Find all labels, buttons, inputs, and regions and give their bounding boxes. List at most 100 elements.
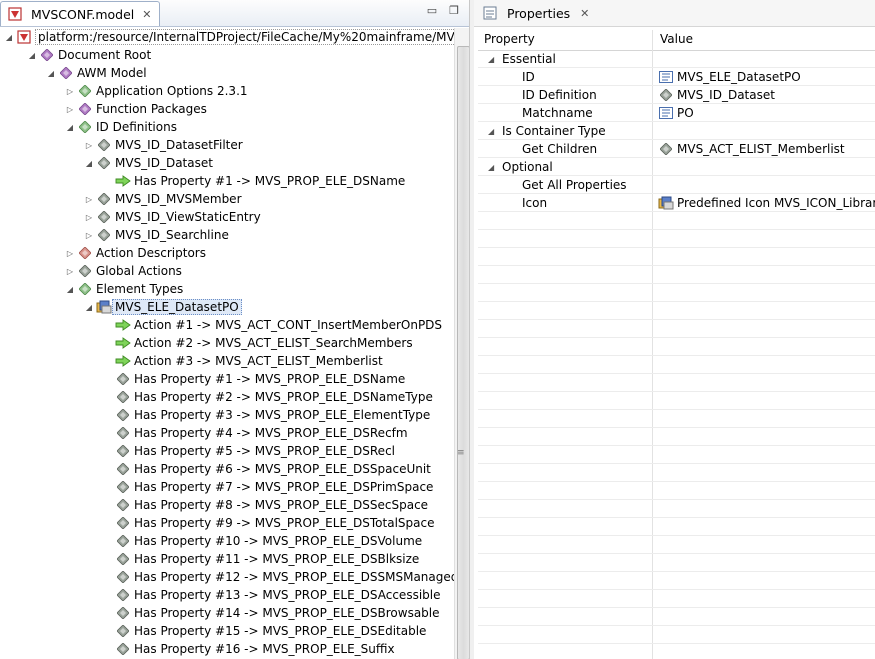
vertical-scrollbar[interactable]: ≡	[454, 28, 469, 659]
tree-node[interactable]: ▷ MVS_ID_MVSMember	[84, 190, 242, 208]
tree-node[interactable]: ◢ Element Types	[65, 280, 183, 298]
tree-node[interactable]: Has Property #2 -> MVS_PROP_ELE_DSNameTy…	[103, 388, 433, 406]
tree-node-label: Has Property #8 -> MVS_PROP_ELE_DSSecSpa…	[134, 498, 429, 512]
tree-node[interactable]: Has Property #9 -> MVS_PROP_ELE_DSTotalS…	[103, 514, 434, 532]
tree-node[interactable]: ▷ MVS_ID_ViewStaticEntry	[84, 208, 261, 226]
tree-node[interactable]: ◢ MVS_ID_Dataset	[84, 154, 213, 172]
property-key: ID	[522, 70, 535, 84]
property-value[interactable]: MVS_ID_Dataset	[658, 87, 775, 103]
tree-node[interactable]: Has Property #1 -> MVS_PROP_ELE_DSName	[103, 172, 405, 190]
tree-node[interactable]: Has Property #3 -> MVS_PROP_ELE_ElementT…	[103, 406, 430, 424]
twisty-collapsed-icon[interactable]: ▷	[65, 100, 75, 118]
grid-line	[478, 229, 875, 230]
twisty-expanded-icon[interactable]: ◢	[65, 280, 75, 298]
property-category[interactable]: ◢ Is Container Type	[478, 122, 875, 140]
tree-node-label: Function Packages	[96, 102, 207, 116]
twisty-expanded-icon[interactable]: ◢	[84, 154, 94, 172]
tree-node[interactable]: Has Property #5 -> MVS_PROP_ELE_DSRecl	[103, 442, 395, 460]
tree-root-resource[interactable]: ◢ platform:/resource/InternalTDProject/F…	[4, 28, 469, 46]
tree-node[interactable]: ▷ MVS_ID_DatasetFilter	[84, 136, 243, 154]
tree-node[interactable]: ◢ MVS_ELE_DatasetPO	[84, 298, 242, 316]
twisty-collapsed-icon[interactable]: ▷	[84, 226, 94, 244]
tree-node[interactable]: Has Property #11 -> MVS_PROP_ELE_DSBlksi…	[103, 550, 419, 568]
property-key: Is Container Type	[502, 124, 606, 138]
tree-node[interactable]: ◢ AWM Model	[46, 64, 147, 82]
property-value[interactable]: PO	[658, 105, 694, 121]
tree-node[interactable]: Has Property #13 -> MVS_PROP_ELE_DSAcces…	[103, 586, 441, 604]
tree-node[interactable]: Has Property #14 -> MVS_PROP_ELE_DSBrows…	[103, 604, 440, 622]
tree-node-label: Has Property #2 -> MVS_PROP_ELE_DSNameTy…	[134, 390, 433, 404]
minimize-icon[interactable]: ▭	[427, 4, 437, 17]
property-value[interactable]: MVS_ELE_DatasetPO	[658, 69, 801, 85]
diamond-gray-icon	[115, 443, 131, 459]
tree-node[interactable]: Has Property #12 -> MVS_PROP_ELE_DSSMSMa…	[103, 568, 458, 586]
tree-node[interactable]: ◢ ID Definitions	[65, 118, 177, 136]
diamond-gray-icon	[96, 209, 112, 225]
tree-node[interactable]: Action #1 -> MVS_ACT_CONT_InsertMemberOn…	[103, 316, 442, 334]
tree-node-label: Has Property #14 -> MVS_PROP_ELE_DSBrows…	[134, 606, 440, 620]
tree-node[interactable]: Has Property #7 -> MVS_PROP_ELE_DSPrimSp…	[103, 478, 433, 496]
twisty-collapsed-icon[interactable]: ▷	[65, 82, 75, 100]
editor-tab[interactable]: MVSCONF.model ✕	[0, 1, 161, 26]
column-header-property[interactable]: Property	[484, 32, 535, 46]
tree-node[interactable]: Has Property #15 -> MVS_PROP_ELE_DSEdita…	[103, 622, 426, 640]
maximize-icon[interactable]: ❐	[449, 4, 459, 17]
resource-icon	[16, 29, 32, 45]
property-row[interactable]: ID Definition MVS_ID_Dataset	[478, 86, 875, 104]
tree-node[interactable]: Has Property #10 -> MVS_PROP_ELE_DSVolum…	[103, 532, 422, 550]
property-value[interactable]: Predefined Icon MVS_ICON_Library	[658, 195, 875, 211]
property-value[interactable]: MVS_ACT_ELIST_Memberlist	[658, 141, 845, 157]
tree-node[interactable]: Action #2 -> MVS_ACT_ELIST_SearchMembers	[103, 334, 413, 352]
twisty-expanded-icon[interactable]: ◢	[27, 46, 37, 64]
tree-node[interactable]: ▷ Global Actions	[65, 262, 182, 280]
scrollbar-thumb[interactable]	[457, 46, 469, 659]
tree-node[interactable]: ▷ MVS_ID_Searchline	[84, 226, 229, 244]
twisty-collapsed-icon[interactable]: ▷	[84, 190, 94, 208]
tree-node-label: AWM Model	[77, 66, 147, 80]
properties-pane: Properties ✕ Property Value ◢ Essential ID…	[474, 0, 875, 659]
property-row[interactable]: Get All Properties	[478, 176, 875, 194]
view-controls: ▭ ❐	[427, 4, 459, 17]
twisty-expanded-icon[interactable]: ◢	[65, 118, 75, 136]
property-category[interactable]: ◢ Essential	[478, 50, 875, 68]
tree-node[interactable]: Has Property #6 -> MVS_PROP_ELE_DSSpaceU…	[103, 460, 431, 478]
property-key: Essential	[502, 52, 556, 66]
twisty-collapsed-icon[interactable]: ▷	[84, 136, 94, 154]
twisty-expanded-icon[interactable]: ◢	[4, 28, 14, 46]
tree-node-label: Action Descriptors	[96, 246, 206, 260]
tree-node[interactable]: ▷ Application Options 2.3.1	[65, 82, 248, 100]
twisty-expanded-icon[interactable]: ◢	[488, 163, 494, 172]
tree-node[interactable]: ▷ Function Packages	[65, 100, 207, 118]
grid-line	[478, 463, 875, 464]
tree-node[interactable]: Has Property #16 -> MVS_PROP_ELE_Suffix	[103, 640, 395, 658]
tree-node[interactable]: Has Property #1 -> MVS_PROP_ELE_DSName	[103, 370, 405, 388]
property-category[interactable]: ◢ Optional	[478, 158, 875, 176]
tree-node-label: Has Property #4 -> MVS_PROP_ELE_DSRecfm	[134, 426, 408, 440]
twisty-expanded-icon[interactable]: ◢	[488, 55, 494, 64]
twisty-collapsed-icon[interactable]: ▷	[65, 262, 75, 280]
twisty-expanded-icon[interactable]: ◢	[84, 298, 94, 316]
tree-node[interactable]: Action #3 -> MVS_ACT_ELIST_Memberlist	[103, 352, 383, 370]
property-row[interactable]: ID MVS_ELE_DatasetPO	[478, 68, 875, 86]
tree-node[interactable]: ◢ Document Root	[27, 46, 151, 64]
tree-node[interactable]: Has Property #8 -> MVS_PROP_ELE_DSSecSpa…	[103, 496, 428, 514]
twisty-expanded-icon[interactable]: ◢	[488, 127, 494, 136]
twisty-collapsed-icon[interactable]: ▷	[65, 244, 75, 262]
tree-node[interactable]: Has Property #4 -> MVS_PROP_ELE_DSRecfm	[103, 424, 408, 442]
column-header-value[interactable]: Value	[660, 32, 693, 46]
diamond-gray-icon	[115, 605, 131, 621]
property-row[interactable]: Get Children MVS_ACT_ELIST_Memberlist	[478, 140, 875, 158]
arrow-green-icon	[115, 317, 131, 333]
close-icon[interactable]: ✕	[580, 7, 589, 20]
grid-line	[478, 391, 875, 392]
twisty-collapsed-icon[interactable]: ▷	[84, 208, 94, 226]
properties-tab[interactable]: Properties ✕	[474, 1, 599, 25]
tree-node[interactable]: ▷ Action Descriptors	[65, 244, 206, 262]
close-icon[interactable]: ✕	[142, 8, 151, 21]
property-row[interactable]: Icon Predefined Icon MVS_ICON_Library	[478, 194, 875, 212]
property-row[interactable]: Matchname PO	[478, 104, 875, 122]
twisty-expanded-icon[interactable]: ◢	[46, 64, 56, 82]
